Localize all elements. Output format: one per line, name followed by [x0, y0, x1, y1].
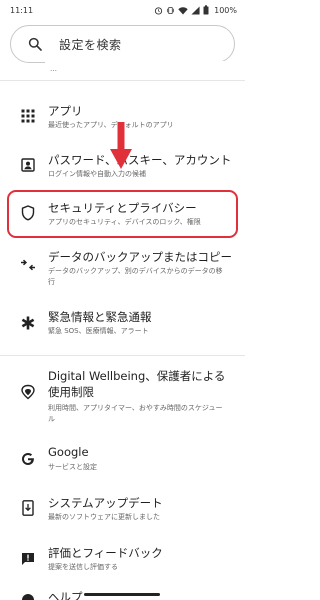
item-subtitle: データのバックアップ、別のデバイスからのデータの移行 [48, 267, 223, 286]
item-title: ヘルプ [48, 590, 83, 600]
search-placeholder: 設定を検索 [59, 37, 122, 52]
item-title: 評価とフィードバック [48, 546, 163, 560]
item-title: パスワード、パスキー、アカウント [48, 153, 232, 167]
item-subtitle: 最新のソフトウェアに更新しました [48, 513, 160, 521]
settings-item-google[interactable]: Google サービスと設定 [0, 443, 245, 479]
alarm-icon [155, 6, 163, 15]
highlight-box [7, 190, 238, 238]
battery-icon [203, 5, 209, 15]
item-subtitle: サービスと設定 [48, 463, 97, 471]
signal-icon [191, 5, 200, 15]
backup-icon [20, 257, 36, 273]
search-icon [28, 37, 42, 51]
status-bar: 11:11 100% [0, 0, 245, 22]
section-divider [0, 80, 245, 81]
red-arrow-down-icon [110, 122, 132, 169]
status-icons: 100% [154, 5, 237, 15]
item-subtitle: 緊急 SOS、医療情報、アラート [48, 327, 149, 335]
account-box-icon [20, 157, 36, 173]
wellbeing-icon [20, 384, 36, 400]
vibrate-icon [167, 6, 175, 14]
gesture-nav-handle[interactable] [84, 593, 160, 596]
asterisk-icon [20, 315, 36, 331]
search-bar[interactable]: 設定を検索 [10, 25, 235, 63]
item-subtitle: 利用時間、アプリタイマー、おやすみ時間のスケジュール [48, 404, 223, 423]
item-title: システムアップデート [48, 496, 163, 510]
section-divider [0, 355, 245, 356]
settings-item-system-update[interactable]: システムアップデート 最新のソフトウェアに更新しました [0, 493, 245, 529]
settings-item-feedback[interactable]: 評価とフィードバック 提案を送信し評価する [0, 543, 245, 579]
item-title: 緊急情報と緊急通報 [48, 310, 152, 324]
google-icon [20, 451, 36, 467]
item-title: Google [48, 445, 89, 459]
item-title: Digital Wellbeing、保護者による使用制限 [48, 369, 226, 399]
grid-icon [20, 108, 36, 124]
partial-item-subtitle: … [45, 61, 285, 73]
item-subtitle: ログイン情報や自動入力の候補 [48, 170, 146, 178]
status-time: 11:11 [10, 6, 34, 15]
item-title: アプリ [48, 104, 83, 118]
help-icon [20, 592, 36, 600]
item-subtitle: 提案を送信し評価する [48, 563, 118, 571]
settings-item-digital-wellbeing[interactable]: Digital Wellbeing、保護者による使用制限 利用時間、アプリタイマ… [0, 368, 245, 428]
feedback-icon [20, 551, 36, 567]
item-title: データのバックアップまたはコピー [48, 250, 232, 264]
settings-item-backup[interactable]: データのバックアップまたはコピー データのバックアップ、別のデバイスからのデータ… [0, 248, 245, 292]
system-update-icon [20, 500, 36, 516]
settings-item-emergency[interactable]: 緊急情報と緊急通報 緊急 SOS、医療情報、アラート [0, 306, 245, 342]
battery-percent: 100% [214, 5, 237, 15]
wifi-icon [178, 6, 188, 14]
